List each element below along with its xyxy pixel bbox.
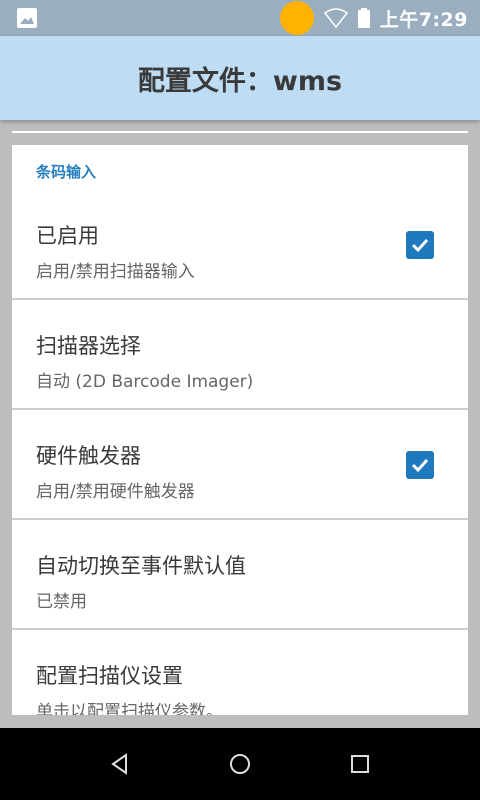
- pref-auto-switch[interactable]: 自动切换至事件默认值 已禁用: [12, 520, 468, 630]
- pref-title: 扫描器选择: [36, 334, 141, 358]
- back-icon[interactable]: [108, 752, 132, 776]
- wifi-icon: [323, 8, 348, 28]
- pref-hardware-trigger[interactable]: 硬件触发器 启用/禁用硬件触发器: [12, 410, 468, 520]
- pref-summary: 单击以配置扫描仪参数。: [36, 702, 223, 715]
- navigation-bar: [0, 728, 480, 800]
- pref-title: 硬件触发器: [36, 444, 141, 468]
- divider: [12, 131, 468, 133]
- pref-title: 已启用: [36, 224, 99, 248]
- pref-summary: 启用/禁用硬件触发器: [36, 482, 195, 502]
- app-bar: 配置文件：wms: [0, 36, 480, 120]
- pref-summary: 自动 (2D Barcode Imager): [36, 372, 254, 392]
- page-title: 配置文件：wms: [137, 65, 343, 97]
- hardware-trigger-checkbox[interactable]: [406, 451, 434, 479]
- image-icon: [17, 8, 37, 28]
- preferences-panel: 条码输入 已启用 启用/禁用扫描器输入 扫描器选择 自动 (2D Barcode…: [12, 145, 468, 715]
- check-icon: [411, 458, 429, 473]
- pref-title: 自动切换至事件默认值: [36, 554, 246, 578]
- pref-enabled[interactable]: 已启用 启用/禁用扫描器输入: [12, 190, 468, 300]
- notification-dot: [280, 1, 314, 35]
- pref-summary: 已禁用: [36, 592, 87, 612]
- enabled-checkbox[interactable]: [406, 231, 434, 259]
- pref-summary: 启用/禁用扫描器输入: [36, 262, 195, 282]
- pref-title: 配置扫描仪设置: [36, 664, 183, 688]
- status-bar: 上午7:29: [0, 0, 480, 36]
- pref-scanner-selection[interactable]: 扫描器选择 自动 (2D Barcode Imager): [12, 300, 468, 410]
- battery-icon: [357, 8, 370, 28]
- status-time: 上午7:29: [379, 8, 468, 31]
- category-header: 条码输入: [36, 163, 97, 181]
- home-icon[interactable]: [228, 752, 252, 776]
- recents-icon[interactable]: [348, 752, 372, 776]
- pref-configure-scanner[interactable]: 配置扫描仪设置 单击以配置扫描仪参数。: [12, 630, 468, 715]
- check-icon: [411, 238, 429, 253]
